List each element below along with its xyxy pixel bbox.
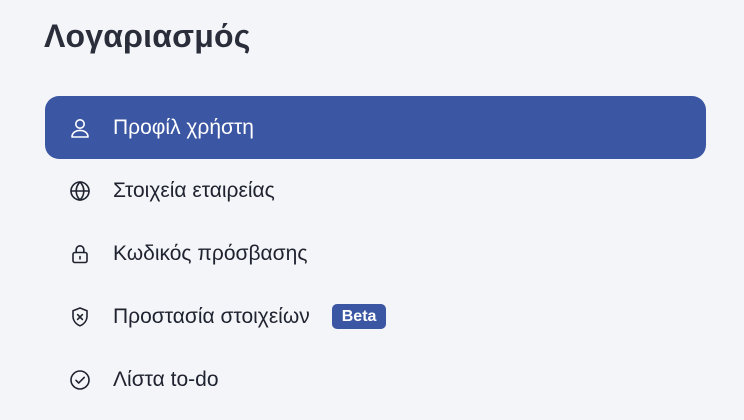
menu-item-label: Προστασία στοιχείων bbox=[113, 304, 310, 328]
menu-item-label: Λίστα to-do bbox=[113, 367, 219, 391]
menu-item-data-protection[interactable]: Προστασία στοιχείων Beta bbox=[45, 285, 706, 348]
check-circle-icon bbox=[67, 367, 93, 393]
account-settings-panel: Λογαριασμός Προφίλ χρήστη Στοιχεία εταιρ… bbox=[0, 0, 744, 420]
page-title: Λογαριασμός bbox=[44, 18, 251, 54]
menu-item-label: Στοιχεία εταιρείας bbox=[113, 178, 275, 202]
beta-badge: Beta bbox=[331, 304, 387, 329]
user-icon bbox=[67, 115, 93, 141]
globe-icon bbox=[67, 178, 93, 204]
menu-item-user-profile[interactable]: Προφίλ χρήστη bbox=[45, 96, 706, 159]
account-menu: Προφίλ χρήστη Στοιχεία εταιρείας Κωδικός… bbox=[45, 96, 706, 411]
lock-icon bbox=[67, 241, 93, 267]
menu-item-password[interactable]: Κωδικός πρόσβασης bbox=[45, 222, 706, 285]
menu-item-company-details[interactable]: Στοιχεία εταιρείας bbox=[45, 159, 706, 222]
menu-item-label: Κωδικός πρόσβασης bbox=[113, 241, 308, 265]
menu-item-todo-list[interactable]: Λίστα to-do bbox=[45, 348, 706, 411]
menu-item-label: Προφίλ χρήστη bbox=[113, 115, 254, 139]
shield-x-icon bbox=[67, 304, 93, 330]
